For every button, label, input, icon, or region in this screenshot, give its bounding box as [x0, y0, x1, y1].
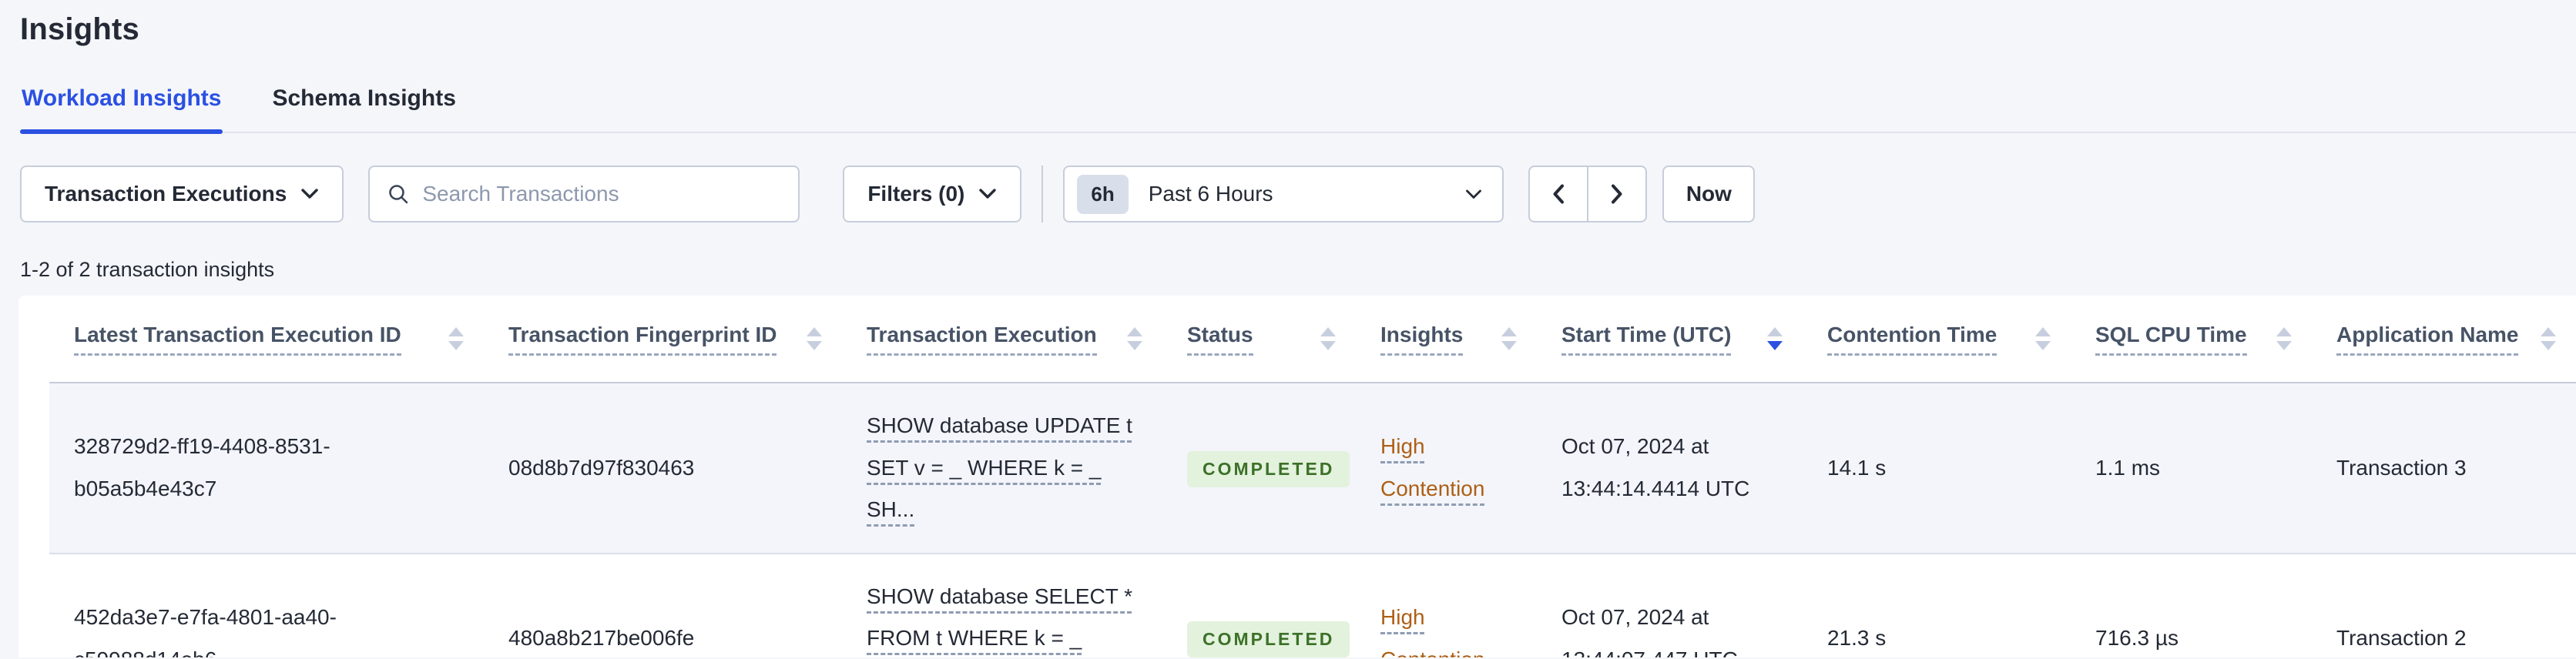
now-button[interactable]: Now: [1662, 166, 1756, 222]
filters-label: Filters (0): [867, 182, 965, 206]
cell-insight: High Contention: [1356, 597, 1537, 657]
sort-icon: [2035, 327, 2051, 350]
toolbar-divider: [1041, 166, 1044, 222]
cell-application-name: Transaction 3: [2336, 455, 2467, 480]
column-header-application-name[interactable]: Application Name: [2312, 323, 2576, 356]
column-header-insights[interactable]: Insights: [1356, 323, 1537, 356]
column-header-fingerprint-id[interactable]: Transaction Fingerprint ID: [484, 323, 842, 356]
cell-sql-cpu-time: 716.3 µs: [2095, 626, 2179, 651]
insights-page: Insights Workload Insights Schema Insigh…: [0, 0, 2576, 659]
status-badge: COMPLETED: [1187, 621, 1350, 657]
filters-button[interactable]: Filters (0): [843, 166, 1022, 222]
search-icon: [387, 182, 410, 206]
chevron-left-icon: [1552, 184, 1565, 204]
cell-start-time: Oct 07, 2024 at 13:44:14.4414 UTC: [1561, 434, 1750, 500]
table-row: 452da3e7-e7fa-4801-aa40-c59988d14eb6 480…: [49, 554, 2576, 657]
table-header-row: Latest Transaction Execution ID Transact…: [49, 296, 2576, 383]
sort-icon: [2276, 327, 2292, 350]
tab-bar: Workload Insights Schema Insights: [20, 85, 2576, 134]
cell-application-name: Transaction 2: [2336, 626, 2467, 651]
results-count: 1-2 of 2 transaction insights: [20, 258, 275, 281]
cell-insight: High Contention: [1356, 426, 1537, 510]
sort-icon: [448, 327, 464, 350]
sort-icon: [1501, 327, 1517, 350]
sort-desc-icon: [1767, 327, 1783, 350]
chevron-down-icon: [1465, 189, 1482, 199]
sort-icon: [1320, 327, 1336, 350]
column-header-status[interactable]: Status: [1162, 323, 1356, 356]
cell-transaction-execution: SHOW database UPDATE t SET v = _ WHERE k…: [842, 405, 1162, 531]
insights-table-card: Latest Transaction Execution ID Transact…: [18, 296, 2576, 657]
toolbar: Transaction Executions Filters (0) 6h Pa…: [20, 166, 2576, 222]
status-badge: COMPLETED: [1187, 450, 1350, 487]
cell-contention-time: 14.1 s: [1827, 455, 1887, 480]
cell-start-time: Oct 07, 2024 at 13:44:07.447 UTC: [1561, 605, 1738, 657]
search-box: [368, 166, 800, 222]
cell-fingerprint-id: 480a8b217be006fe: [508, 626, 695, 651]
chevron-down-icon: [300, 189, 319, 199]
time-pager: [1528, 166, 1648, 222]
chevron-right-icon: [1611, 184, 1623, 204]
cell-fingerprint-id: 08d8b7d97f830463: [508, 455, 695, 480]
transaction-query-link[interactable]: SHOW database UPDATE t SET v = _ WHERE k…: [867, 405, 1144, 531]
column-header-latest-execution-id[interactable]: Latest Transaction Execution ID: [49, 323, 484, 356]
tab-workload-insights[interactable]: Workload Insights: [20, 85, 223, 134]
sort-icon: [1127, 327, 1142, 350]
column-header-sql-cpu-time[interactable]: SQL CPU Time: [2071, 323, 2312, 356]
cell-status: COMPLETED: [1162, 447, 1356, 490]
search-input[interactable]: [422, 182, 782, 206]
execution-type-dropdown[interactable]: Transaction Executions: [20, 166, 344, 222]
column-header-contention-time[interactable]: Contention Time: [1803, 323, 2071, 356]
cell-sql-cpu-time: 1.1 ms: [2095, 455, 2161, 480]
column-header-transaction-execution[interactable]: Transaction Execution: [842, 323, 1162, 356]
table-row: 328729d2-ff19-4408-8531-b05a5b4e43c7 08d…: [49, 383, 2576, 554]
tab-schema-insights[interactable]: Schema Insights: [270, 85, 457, 132]
now-label: Now: [1685, 182, 1732, 206]
previous-time-button[interactable]: [1528, 166, 1589, 222]
sort-icon: [807, 327, 822, 350]
insights-table: Latest Transaction Execution ID Transact…: [49, 296, 2576, 657]
next-time-button[interactable]: [1587, 166, 1648, 222]
execution-type-label: Transaction Executions: [45, 182, 287, 206]
cell-execution-id: 452da3e7-e7fa-4801-aa40-c59988d14eb6: [74, 605, 337, 657]
cell-execution-id: 328729d2-ff19-4408-8531-b05a5b4e43c7: [74, 434, 330, 500]
high-contention-link[interactable]: High Contention: [1380, 597, 1518, 657]
chevron-down-icon: [978, 189, 997, 199]
column-header-start-time[interactable]: Start Time (UTC): [1537, 323, 1803, 356]
transaction-query-link[interactable]: SHOW database SELECT * FROM t WHERE k = …: [867, 576, 1144, 657]
time-range-badge: 6h: [1077, 174, 1129, 214]
cell-status: COMPLETED: [1162, 617, 1356, 657]
page-title: Insights: [20, 12, 139, 46]
high-contention-link[interactable]: High Contention: [1380, 426, 1518, 510]
cell-contention-time: 21.3 s: [1827, 626, 1887, 651]
cell-transaction-execution: SHOW database SELECT * FROM t WHERE k = …: [842, 576, 1162, 657]
sort-icon: [2541, 327, 2556, 350]
time-range-picker[interactable]: 6h Past 6 Hours: [1063, 166, 1504, 222]
time-range-label: Past 6 Hours: [1148, 182, 1273, 206]
